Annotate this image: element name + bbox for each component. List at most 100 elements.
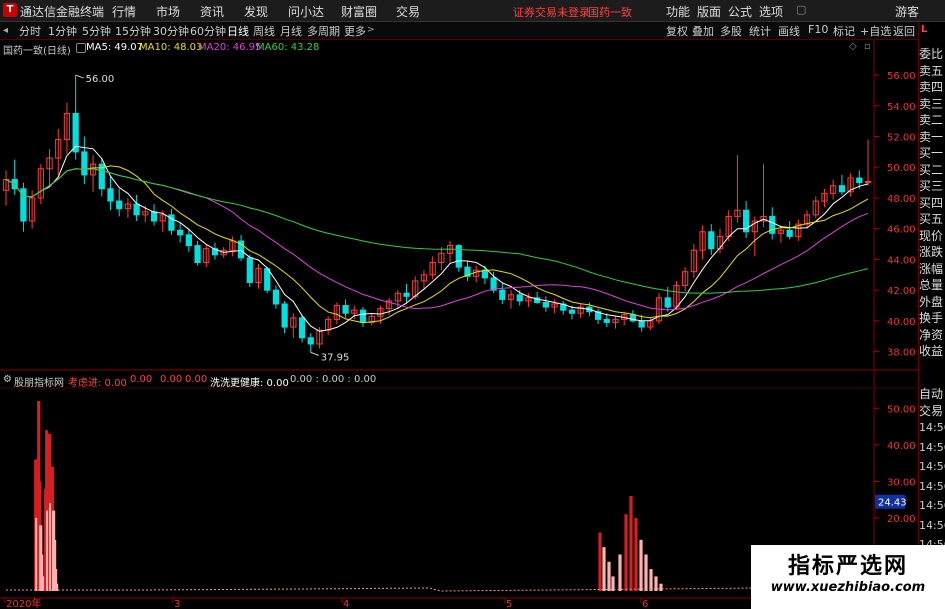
candle-body [81, 151, 88, 176]
candle-body [246, 257, 253, 283]
sub-bar [607, 561, 611, 591]
candle-body [116, 200, 123, 210]
sub-y-tick-label: 50.00 [887, 404, 916, 415]
ma60-line [5, 168, 869, 294]
candle-body [481, 269, 489, 279]
y-tick-label: 44.00 [887, 255, 916, 266]
quote-lower-label[interactable]: 自动 [919, 385, 945, 402]
quote-label: 外盘 [919, 294, 944, 309]
ma5-line [5, 145, 869, 332]
candle-body [856, 177, 863, 184]
sub-y-tick-label: 40.00 [887, 441, 916, 452]
quote-label: 买三 [919, 179, 944, 193]
candle-body [455, 245, 462, 268]
candle-body [177, 229, 184, 236]
trade-time: 14:56 [919, 440, 945, 454]
low-label: 37.95 [321, 352, 350, 363]
candle-body [516, 294, 523, 302]
quote-label: 现价 [919, 228, 944, 243]
candle-body [194, 245, 201, 264]
sub-bar [602, 547, 606, 591]
y-tick-label: 42.00 [887, 286, 916, 297]
quote-label: 卖二 [919, 113, 944, 127]
quote-lower-label[interactable]: 交易 [919, 402, 945, 419]
watermark-url: www.xuezhibiao.com [770, 580, 926, 595]
candle-body [185, 234, 192, 247]
candle-body [264, 268, 271, 291]
y-tick-label: 54.00 [887, 102, 916, 113]
candle-body [150, 211, 158, 222]
sub-bar [624, 514, 628, 591]
quote-label: 卖三 [919, 96, 944, 111]
candle-body [499, 289, 506, 300]
high-marker-line [75, 74, 84, 79]
sub-bar [649, 569, 653, 591]
candle-body [664, 297, 671, 308]
quote-header: L [921, 24, 928, 35]
trade-time: 14:56 [919, 499, 945, 512]
sub-y-tick-label: 20.00 [887, 514, 916, 525]
y-tick-label: 50.00 [887, 163, 916, 174]
candle-body [359, 309, 367, 323]
sub-bar [634, 517, 638, 591]
high-label: 56.00 [86, 74, 115, 85]
candle-body [342, 305, 349, 314]
x-tick-label: 4 [343, 599, 349, 609]
candle-body [133, 203, 140, 216]
quote-label: 卖四 [919, 80, 944, 94]
y-tick-label: 48.00 [887, 194, 916, 205]
quote-label: 买四 [919, 195, 944, 210]
sub-bar [659, 583, 663, 591]
x-tick-label: 5 [506, 599, 512, 609]
sub-bar [618, 554, 622, 591]
y-tick-label: 56.00 [887, 71, 916, 82]
low-marker-line [310, 351, 319, 356]
quote-label: 卖一 [919, 129, 944, 144]
candle-body [272, 289, 280, 305]
candle-body [708, 231, 715, 250]
y-tick-label: 46.00 [887, 225, 916, 236]
candle-body [838, 185, 845, 193]
quote-label: 涨幅 [919, 261, 944, 276]
sub-bar [644, 554, 648, 591]
x-tick-label: 2020年 [6, 597, 41, 609]
sub-y-tick-label: 30.00 [887, 477, 916, 488]
candle-body [107, 188, 114, 202]
ma20-line [5, 168, 869, 311]
y-tick-label: 40.00 [887, 317, 916, 328]
sub-bar [639, 539, 643, 591]
candle-body [638, 320, 645, 328]
candle-body [568, 309, 576, 314]
candle-body [307, 337, 314, 345]
candle-body [403, 292, 410, 297]
kline-chart[interactable]: 56.00 54.00 52.00 50.00 48.00 46.00 44.00 42.00… [0, 0, 945, 609]
quote-label: 委比 [919, 47, 944, 61]
candle-body [542, 301, 549, 308]
trade-time: 14:56 [919, 518, 945, 532]
quote-label: 收益 [919, 344, 944, 358]
quote-label: 总量 [919, 278, 944, 292]
sub-bar [629, 495, 633, 591]
quote-label: 买五 [919, 212, 944, 226]
y-tick-label: 38.00 [887, 348, 916, 359]
candle-body [490, 277, 497, 291]
trade-time: 14:56 [919, 479, 945, 493]
candle-body [298, 317, 306, 339]
sub-bar [598, 532, 602, 591]
sub-bar [611, 576, 615, 591]
watermark-title: 指标严选网 [787, 554, 908, 579]
ma10-line [5, 165, 869, 324]
trade-time: 14:56 [919, 421, 945, 434]
quote-label: 净资 [919, 327, 944, 342]
quote-label: 买二 [919, 162, 944, 177]
candle-body [786, 229, 793, 237]
quote-label: 换手 [919, 311, 944, 325]
x-tick-label: 6 [642, 599, 648, 609]
y-tick-label: 52.00 [887, 133, 916, 144]
candle-body [603, 318, 610, 323]
candle-body [281, 303, 288, 328]
quote-label: 买一 [919, 146, 944, 160]
trade-time: 14:56 [919, 460, 945, 473]
quote-label: 涨跌 [919, 245, 944, 259]
current-value-label: 24.43 [878, 498, 907, 509]
